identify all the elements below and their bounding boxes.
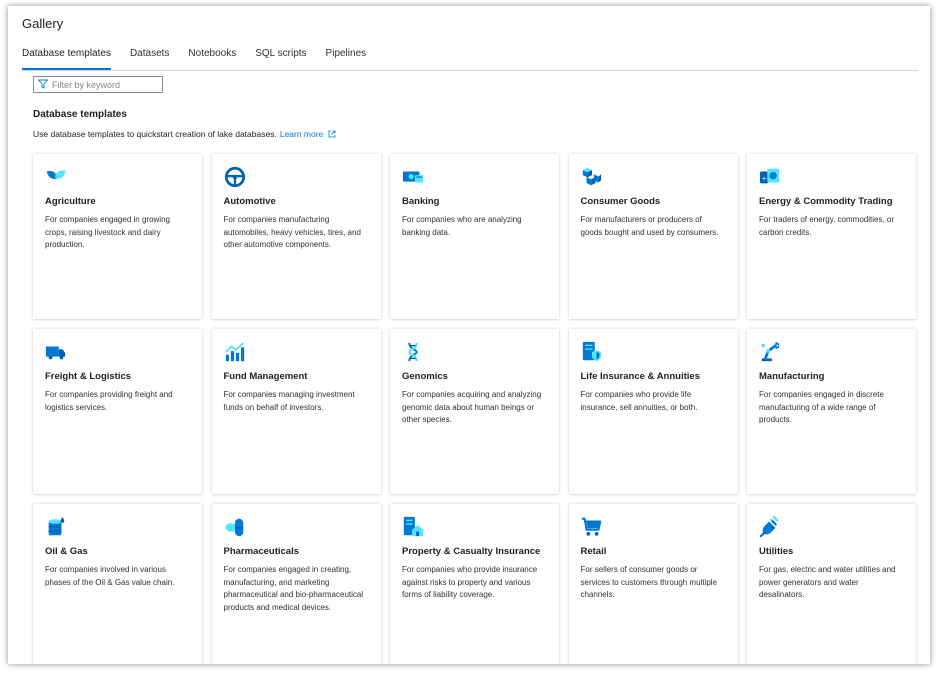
template-card-banking[interactable]: Banking For companies who are analyzing … — [390, 154, 559, 319]
property-insurance-icon — [402, 516, 424, 538]
tab-notebooks[interactable]: Notebooks — [188, 48, 236, 70]
template-grid: Agriculture For companies engaged in gro… — [33, 154, 916, 664]
card-description: For companies managing investment funds … — [223, 390, 355, 412]
card-description: For companies providing freight and logi… — [45, 390, 173, 412]
pill-icon — [224, 516, 246, 538]
card-title: Automotive — [223, 196, 276, 207]
template-card-freight-logistics[interactable]: Freight & Logistics For companies provid… — [33, 329, 202, 494]
oil-barrel-icon — [45, 516, 67, 538]
template-card-pharmaceuticals[interactable]: Pharmaceuticals For companies engaged in… — [211, 504, 381, 664]
tab-datasets[interactable]: Datasets — [130, 48, 169, 70]
template-card-property-casualty-insurance[interactable]: Property & Casualty Insurance For compan… — [390, 504, 559, 664]
page-title: Gallery — [22, 16, 64, 31]
card-title: Consumer Goods — [580, 196, 661, 207]
gallery-window: Gallery Database templates Datasets Note… — [8, 6, 930, 664]
tab-bar: Database templates Datasets Notebooks SQ… — [22, 48, 918, 71]
card-title: Manufacturing — [759, 371, 825, 382]
card-description: For companies involved in various phases… — [45, 565, 175, 587]
dna-icon — [402, 341, 424, 363]
section-description: Use database templates to quickstart cre… — [33, 129, 336, 139]
card-title: Utilities — [759, 546, 794, 557]
card-description: For traders of energy, commodities, or c… — [759, 215, 895, 237]
learn-more-label: Learn more — [279, 129, 324, 139]
card-title: Property & Casualty Insurance — [402, 546, 541, 557]
card-description: For companies who provide insurance agai… — [402, 565, 538, 599]
tab-pipelines[interactable]: Pipelines — [326, 48, 367, 70]
card-description: For gas, electric and water utilities an… — [759, 565, 896, 599]
card-description: For companies engaged in creating, manuf… — [223, 565, 364, 612]
boxes-icon — [581, 166, 603, 188]
template-card-utilities[interactable]: Utilities For gas, electric and water ut… — [747, 504, 916, 664]
card-description: For companies who are analyzing banking … — [402, 215, 522, 237]
card-description: For sellers of consumer goods or service… — [580, 565, 718, 599]
template-card-genomics[interactable]: Genomics For companies acquiring and ana… — [390, 329, 559, 494]
template-card-energy-commodity-trading[interactable]: + Energy & Commodity Trading For traders… — [747, 154, 916, 319]
shopping-cart-icon — [581, 516, 603, 538]
template-card-automotive[interactable]: Automotive For companies manufacturing a… — [211, 154, 381, 319]
template-card-manufacturing[interactable]: Manufacturing For companies engaged in d… — [747, 329, 916, 494]
template-card-consumer-goods[interactable]: Consumer Goods For manufacturers or prod… — [568, 154, 738, 319]
steering-wheel-icon — [224, 166, 246, 188]
leaf-icon — [45, 166, 67, 188]
tab-sql-scripts[interactable]: SQL scripts — [255, 48, 306, 70]
card-title: Retail — [580, 546, 607, 557]
filter-box[interactable] — [33, 76, 163, 93]
template-card-oil-gas[interactable]: Oil & Gas For companies involved in vari… — [33, 504, 202, 664]
card-title: Freight & Logistics — [45, 371, 132, 382]
card-title: Pharmaceuticals — [223, 546, 300, 557]
card-title: Genomics — [402, 371, 448, 382]
card-title: Energy & Commodity Trading — [759, 196, 893, 207]
template-card-agriculture[interactable]: Agriculture For companies engaged in gro… — [33, 154, 202, 319]
card-title: Life Insurance & Annuities — [580, 371, 700, 382]
card-description: For companies engaged in growing crops, … — [45, 215, 170, 249]
money-icon — [402, 166, 424, 188]
insurance-document-icon — [581, 341, 603, 363]
filter-input[interactable] — [52, 79, 152, 90]
energy-trading-icon: + — [759, 166, 781, 188]
card-description: For companies engaged in discrete manufa… — [759, 390, 884, 424]
template-card-fund-management[interactable]: Fund Management For companies managing i… — [211, 329, 381, 494]
card-title: Oil & Gas — [45, 546, 88, 557]
external-link-icon — [328, 130, 336, 138]
card-title: Banking — [402, 196, 440, 207]
learn-more-link[interactable]: Learn more — [280, 129, 336, 139]
card-description: For companies acquiring and analyzing ge… — [402, 390, 542, 424]
card-title: Fund Management — [223, 371, 308, 382]
template-card-life-insurance-annuities[interactable]: Life Insurance & Annuities For companies… — [568, 329, 738, 494]
power-plug-icon — [759, 516, 781, 538]
card-description: For manufacturers or producers of goods … — [580, 215, 719, 237]
card-title: Agriculture — [45, 196, 96, 207]
filter-icon — [38, 76, 52, 94]
card-description: For companies who provide life insurance… — [580, 390, 698, 412]
tab-database-templates[interactable]: Database templates — [22, 48, 111, 70]
robot-arm-icon — [759, 341, 781, 363]
chart-growth-icon — [224, 341, 246, 363]
section-description-text: Use database templates to quickstart cre… — [33, 129, 277, 139]
card-description: For companies manufacturing automobiles,… — [223, 215, 361, 249]
template-card-retail[interactable]: Retail For sellers of consumer goods or … — [568, 504, 738, 664]
svg-text:+: + — [761, 175, 766, 183]
truck-icon — [45, 341, 67, 363]
section-heading: Database templates — [33, 109, 127, 120]
